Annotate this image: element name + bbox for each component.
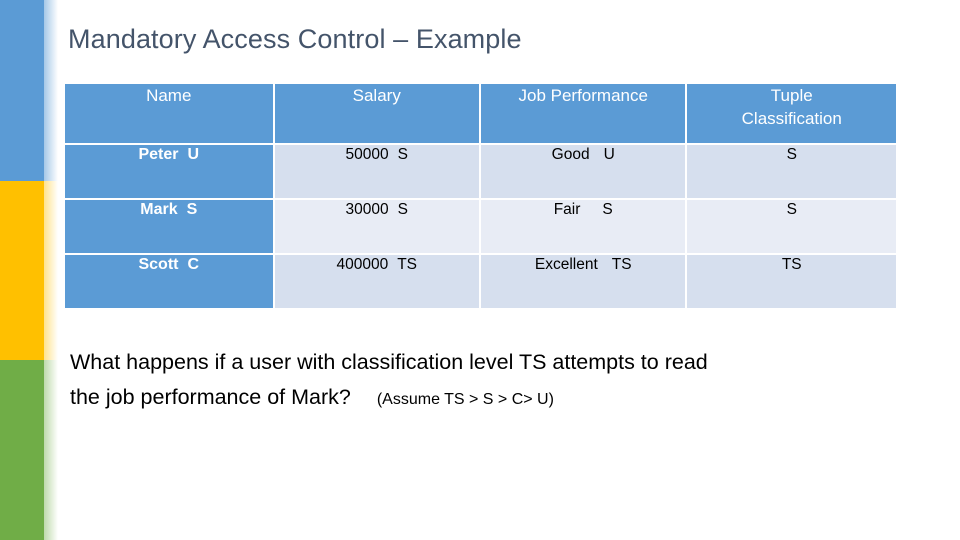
table-row: Peter U 50000 S Good U S bbox=[65, 145, 896, 198]
table-row: Scott C 400000 TS Excellent TS TS bbox=[65, 255, 896, 308]
performance-classification: S bbox=[602, 201, 613, 218]
left-color-stripe bbox=[0, 0, 44, 540]
question-line-1: What happens if a user with classificati… bbox=[70, 350, 708, 374]
cell-salary: 30000 S bbox=[274, 200, 479, 253]
stripe-band-yellow bbox=[0, 181, 44, 360]
employee-name: Peter bbox=[138, 146, 179, 163]
tuple-classification-line-1: Tuple bbox=[770, 86, 813, 105]
table-header-row: Name Salary Job Performance Tuple Classi… bbox=[65, 84, 896, 143]
employee-name: Scott bbox=[138, 256, 179, 273]
table-row: Mark S 30000 S Fair S S bbox=[65, 200, 896, 253]
tuple-classification-line-2: Classification bbox=[741, 109, 842, 128]
stripe-fade-edge bbox=[44, 0, 58, 540]
column-header-salary: Salary bbox=[274, 84, 479, 143]
employee-name: Mark bbox=[140, 201, 178, 218]
question-text-block: What happens if a user with classificati… bbox=[70, 345, 920, 417]
cell-job-performance: Fair S bbox=[480, 200, 686, 253]
column-header-tuple-classification: Tuple Classification bbox=[687, 84, 896, 143]
salary-value: 30000 bbox=[345, 201, 389, 218]
cell-name: Peter U bbox=[65, 145, 273, 198]
stripe-fade-blue bbox=[44, 0, 58, 181]
employee-name-classification: S bbox=[186, 201, 198, 218]
stripe-fade-yellow bbox=[44, 181, 58, 360]
column-header-job-performance: Job Performance bbox=[480, 84, 686, 143]
assumption-note: (Assume TS > S > C> U) bbox=[376, 391, 554, 408]
stripe-band-green bbox=[0, 360, 44, 540]
cell-salary: 400000 TS bbox=[274, 255, 479, 308]
salary-value: 50000 bbox=[345, 146, 389, 163]
performance-classification: TS bbox=[611, 256, 632, 273]
performance-value: Good bbox=[551, 146, 590, 163]
column-header-name: Name bbox=[65, 84, 273, 143]
cell-salary: 50000 S bbox=[274, 145, 479, 198]
salary-classification: TS bbox=[397, 256, 418, 273]
employee-name-classification: C bbox=[187, 256, 200, 273]
mandatory-access-control-table: Name Salary Job Performance Tuple Classi… bbox=[63, 82, 898, 310]
cell-tuple-classification: TS bbox=[687, 255, 896, 308]
performance-value: Fair bbox=[553, 201, 581, 218]
cell-name: Mark S bbox=[65, 200, 273, 253]
question-line-2: the job performance of Mark? (Assume TS >… bbox=[70, 380, 920, 417]
salary-classification: S bbox=[397, 146, 408, 163]
cell-tuple-classification: S bbox=[687, 200, 896, 253]
cell-job-performance: Excellent TS bbox=[480, 255, 686, 308]
page-title: Mandatory Access Control – Example bbox=[68, 24, 522, 54]
stripe-fade-green bbox=[44, 360, 58, 540]
stripe-band-blue bbox=[0, 0, 44, 181]
cell-job-performance: Good U bbox=[480, 145, 686, 198]
performance-value: Excellent bbox=[534, 256, 598, 273]
cell-name: Scott C bbox=[65, 255, 273, 308]
performance-classification: U bbox=[603, 146, 615, 163]
cell-tuple-classification: S bbox=[687, 145, 896, 198]
question-line-2-text: the job performance of Mark? bbox=[70, 385, 351, 409]
salary-value: 400000 bbox=[336, 256, 389, 273]
employee-name-classification: U bbox=[187, 146, 200, 163]
salary-classification: S bbox=[397, 201, 408, 218]
